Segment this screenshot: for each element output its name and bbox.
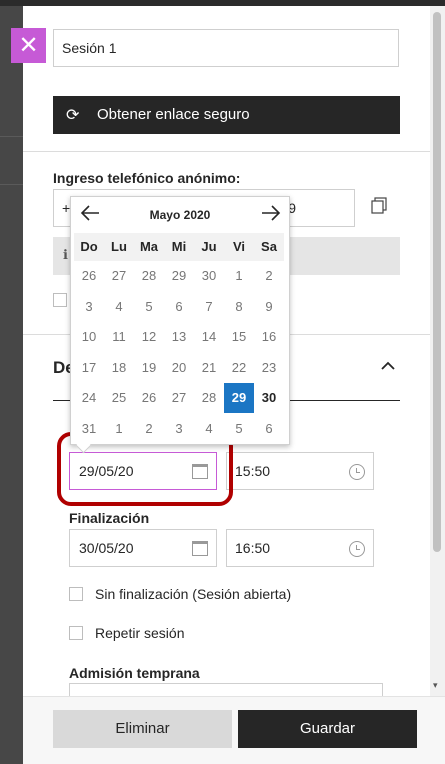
repeat-label: Repetir sesión <box>95 625 185 641</box>
early-admission-input[interactable] <box>69 683 383 697</box>
calendar-day[interactable]: 21 <box>194 353 224 383</box>
calendar-day[interactable]: 3 <box>164 414 194 444</box>
calendar-day[interactable]: 4 <box>194 414 224 444</box>
calendar-icon[interactable] <box>192 541 208 556</box>
calendar-day[interactable]: 13 <box>164 322 194 352</box>
weekday-label: Lu <box>111 239 127 254</box>
calendar-day[interactable]: 27 <box>104 261 134 291</box>
calendar-day[interactable]: 17 <box>74 353 104 383</box>
secure-link-button[interactable]: ⟳ Obtener enlace seguro <box>53 96 400 134</box>
calendar-day[interactable]: 1 <box>224 261 254 291</box>
calendar-day[interactable]: 5 <box>134 292 164 322</box>
calendar-day[interactable]: 9 <box>254 292 284 322</box>
calendar-day[interactable]: 11 <box>104 322 134 352</box>
calendar-day[interactable]: 10 <box>74 322 104 352</box>
calendar-day[interactable]: 28 <box>194 383 224 413</box>
info-icon: ℹ <box>63 248 68 263</box>
refresh-icon: ⟳ <box>66 105 80 124</box>
calendar-day[interactable]: 2 <box>134 414 164 444</box>
calendar-day[interactable]: 24 <box>74 383 104 413</box>
calendar-day[interactable]: 26 <box>74 261 104 291</box>
calendar-day[interactable]: 5 <box>224 414 254 444</box>
calendar-day[interactable]: 28 <box>134 261 164 291</box>
copy-icon[interactable] <box>371 197 387 215</box>
calendar-day[interactable]: 30 <box>194 261 224 291</box>
phone-checkbox[interactable] <box>53 293 67 307</box>
calendar-day[interactable]: 4 <box>104 292 134 322</box>
calendar-day[interactable]: 6 <box>254 414 284 444</box>
clock-icon[interactable] <box>349 464 365 480</box>
calendar-day[interactable]: 8 <box>224 292 254 322</box>
calendar-day[interactable]: 31 <box>74 414 104 444</box>
close-button[interactable]: ✕ <box>11 28 46 63</box>
calendar-day[interactable]: 18 <box>104 353 134 383</box>
early-admission-label: Admisión temprana <box>69 665 200 681</box>
end-label: Finalización <box>69 510 150 526</box>
calendar-day[interactable]: 1 <box>104 414 134 444</box>
weekday-label: Mi <box>171 239 187 254</box>
calendar-day[interactable]: 19 <box>134 353 164 383</box>
start-time-input[interactable]: 15:50 <box>226 452 374 490</box>
calendar-day[interactable]: 16 <box>254 322 284 352</box>
calendar-day[interactable]: 23 <box>254 353 284 383</box>
date-picker-header: Mayo 2020 <box>71 197 289 233</box>
no-end-label: Sin finalización (Sesión abierta) <box>95 586 292 602</box>
calendar-day[interactable]: 12 <box>134 322 164 352</box>
calendar-day[interactable]: 7 <box>194 292 224 322</box>
clock-icon[interactable] <box>349 541 365 557</box>
delete-button[interactable]: Eliminar <box>53 710 232 748</box>
calendar-day[interactable]: 27 <box>164 383 194 413</box>
chevron-up-icon[interactable] <box>380 358 396 374</box>
end-date-value: 30/05/20 <box>79 540 134 556</box>
secure-link-label: Obtener enlace seguro <box>97 106 250 123</box>
weekday-label: Ju <box>201 239 217 254</box>
calendar-day[interactable]: 29 <box>224 383 254 413</box>
calendar-day[interactable]: 14 <box>194 322 224 352</box>
no-end-checkbox[interactable] <box>69 587 83 601</box>
scrollbar[interactable]: ▾ <box>430 6 445 696</box>
prev-month-icon[interactable] <box>79 203 101 223</box>
weekday-label: Ma <box>139 239 159 254</box>
weekday-label: Sa <box>261 239 277 254</box>
section-divider <box>23 151 430 152</box>
month-title: Mayo 2020 <box>149 208 211 222</box>
phone-heading: Ingreso telefónico anónimo: <box>53 170 241 186</box>
close-icon: ✕ <box>18 31 39 59</box>
calendar-day[interactable]: 15 <box>224 322 254 352</box>
scrollbar-thumb[interactable] <box>433 12 441 552</box>
end-date-input[interactable]: 30/05/20 <box>69 529 217 567</box>
calendar-day[interactable]: 30 <box>254 383 284 413</box>
calendar-day[interactable]: 6 <box>164 292 194 322</box>
phone-input-start: + <box>62 200 71 216</box>
calendar-day[interactable]: 2 <box>254 261 284 291</box>
calendar-day[interactable]: 26 <box>134 383 164 413</box>
weekday-label: Vi <box>232 239 246 254</box>
repeat-checkbox[interactable] <box>69 626 83 640</box>
calendar-day[interactable]: 25 <box>104 383 134 413</box>
calendar-day[interactable]: 29 <box>164 261 194 291</box>
end-time-input[interactable]: 16:50 <box>226 529 374 567</box>
next-month-icon[interactable] <box>260 203 282 223</box>
end-time-value: 16:50 <box>235 540 271 556</box>
calendar-day[interactable]: 20 <box>164 353 194 383</box>
left-backdrop <box>0 6 23 764</box>
save-button[interactable]: Guardar <box>238 710 417 748</box>
date-picker: Mayo 2020 Do Lu Ma Mi Ju Vi Sa 26 27 28 29 30 1 2 3 4 5… <box>70 196 290 445</box>
weekday-header: Do Lu Ma Mi Ju Vi Sa <box>74 233 284 261</box>
calendar-day[interactable]: 3 <box>74 292 104 322</box>
weekday-label: Do <box>80 239 98 254</box>
start-time-value: 15:50 <box>235 463 271 479</box>
scroll-down-icon[interactable]: ▾ <box>433 681 438 691</box>
calendar-day[interactable]: 22 <box>224 353 254 383</box>
session-name-input[interactable]: Sesión 1 <box>53 29 399 67</box>
